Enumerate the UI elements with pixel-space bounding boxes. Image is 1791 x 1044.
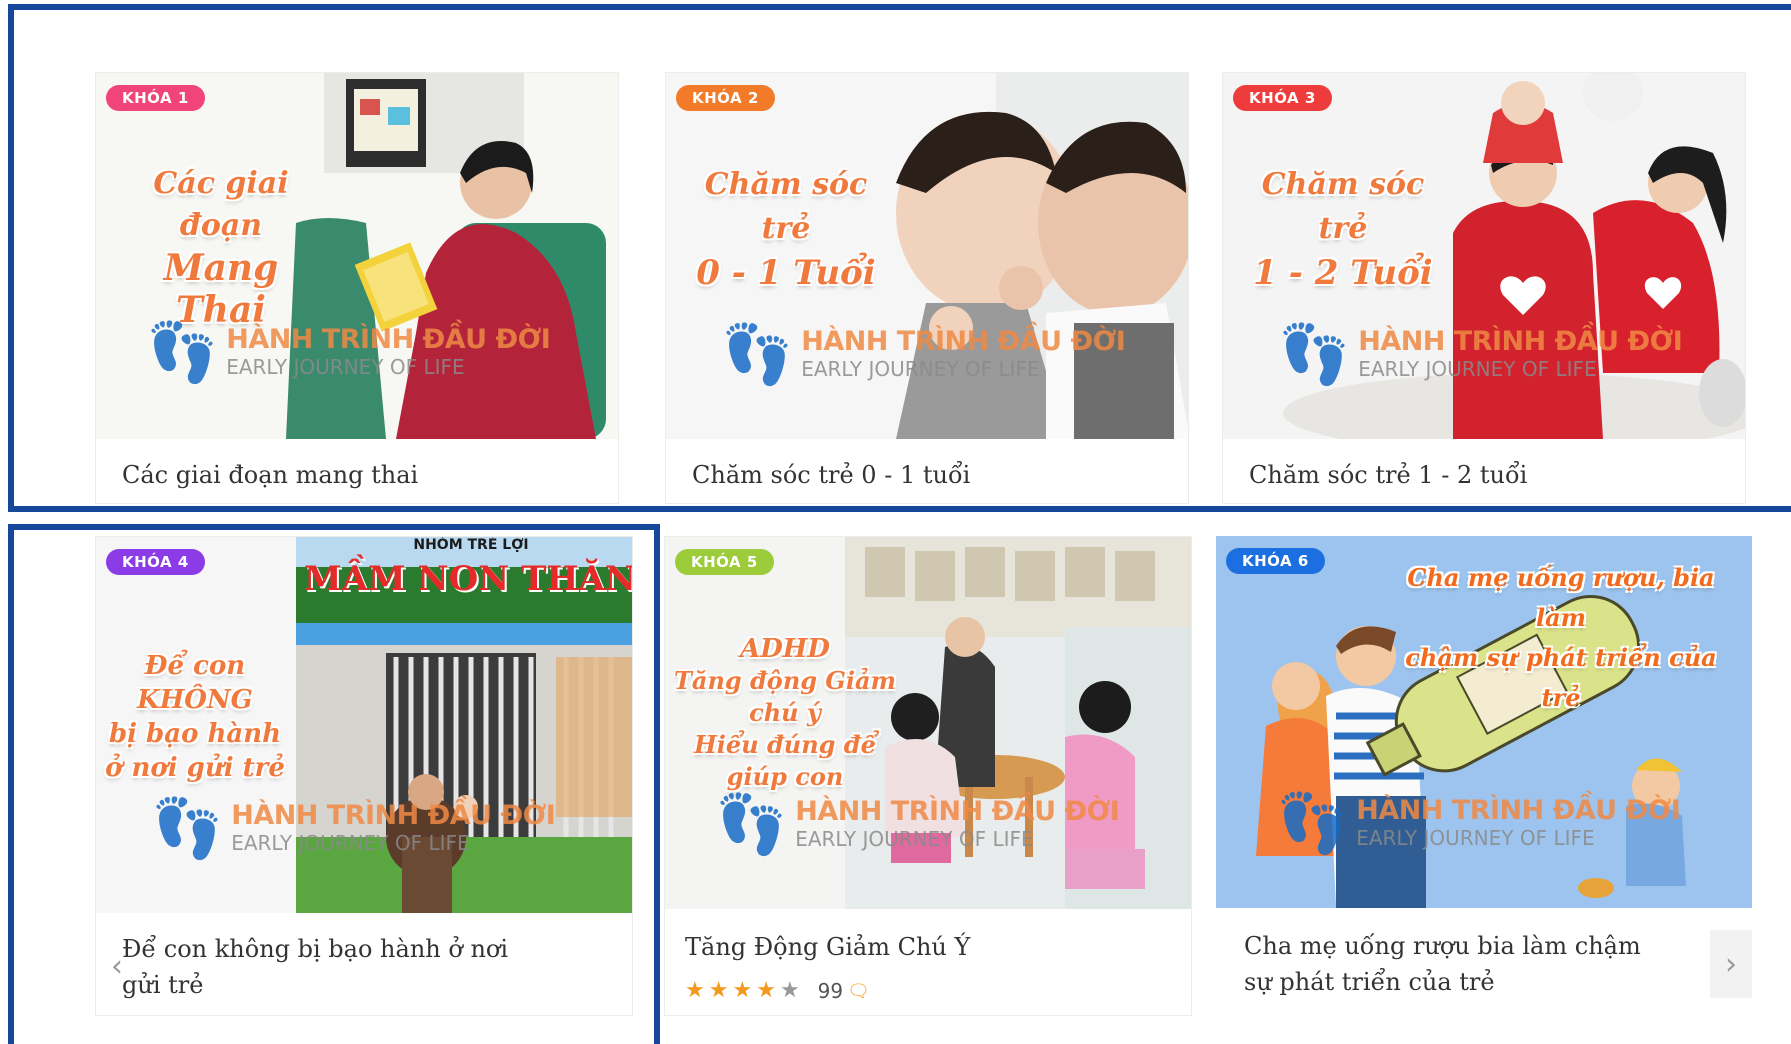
course-card-5[interactable]: KHÓA 5 ADHD Tăng động Giảm chú ý Hiểu đú… <box>664 536 1192 1016</box>
course-badge: KHÓA 1 <box>106 85 205 111</box>
brand-sub: EARLY JOURNEY OF LIFE <box>801 357 1040 381</box>
brand-sub: EARLY JOURNEY OF LIFE <box>226 355 465 379</box>
brand-sub: EARLY JOURNEY OF LIFE <box>1356 826 1595 850</box>
course-headline: Cha mẹ uống rượu, bia làm chậm sự phát t… <box>1396 558 1726 718</box>
course-badge: KHÓA 4 <box>106 549 205 575</box>
brand-name: HÀNH TRÌNH ĐẦU ĐỜI <box>1356 795 1681 826</box>
brand-watermark: 👣 HÀNH TRÌNH ĐẦU ĐỜI EARLY JOURNEY OF LI… <box>721 320 1126 388</box>
course-thumbnail[interactable]: KHÓA 3 Chăm sóc trẻ 1 - 2 Tuổi 👣 HÀNH TR… <box>1223 73 1745 439</box>
brand-name: HÀNH TRÌNH ĐẦU ĐỜI <box>231 800 556 831</box>
brand-watermark: 👣 HÀNH TRÌNH ĐẦU ĐỜI EARLY JOURNEY OF LI… <box>1276 789 1681 857</box>
chevron-left-icon: ‹ <box>111 948 123 984</box>
course-card-4[interactable]: NHÓM TRẺ LỢI MẦM NON THĂNG LO KHÓA 4 Để … <box>95 536 633 1016</box>
course-badge: KHÓA 6 <box>1226 548 1325 574</box>
headline-line-1: ADHD <box>740 634 830 664</box>
signboard-top: NHÓM TRẺ LỢI <box>413 537 529 553</box>
course-title[interactable]: Để con không bị bạo hành ở nơi gửi trẻ <box>122 931 542 1003</box>
headline-line-2: Tăng động Giảm chú ý <box>674 666 896 727</box>
course-card-3[interactable]: KHÓA 3 Chăm sóc trẻ 1 - 2 Tuổi 👣 HÀNH TR… <box>1222 72 1746 504</box>
comment-icon: 🗨 <box>847 980 870 1002</box>
carousel-prev-button[interactable]: ‹ <box>96 932 138 1000</box>
headline-line-2: bị bạo hành <box>108 719 282 749</box>
star-half-icon: ★ <box>779 978 800 1003</box>
course-thumbnail[interactable]: KHÓA 6 Cha mẹ uống rượu, bia làm chậm sự… <box>1216 536 1752 908</box>
course-card-6[interactable]: KHÓA 6 Cha mẹ uống rượu, bia làm chậm sự… <box>1216 536 1752 1016</box>
headline-line-1: Chăm sóc trẻ <box>1261 167 1425 246</box>
headline-line-2: 1 - 2 Tuổi <box>1253 253 1433 293</box>
headline-line-1: Các giai đoạn <box>153 166 289 243</box>
chevron-right-icon: › <box>1725 946 1737 982</box>
footprints-icon: 👣 <box>715 790 788 858</box>
course-title[interactable]: Chăm sóc trẻ 0 - 1 tuổi <box>692 457 970 493</box>
course-title[interactable]: Chăm sóc trẻ 1 - 2 tuổi <box>1249 457 1527 493</box>
course-thumbnail[interactable]: KHÓA 1 Các giai đoạn Mang Thai 👣 HÀNH TR… <box>96 73 618 439</box>
course-headline: Để con KHÔNG bị bạo hành ở nơi gửi trẻ <box>100 649 290 785</box>
brand-watermark: 👣 HÀNH TRÌNH ĐẦU ĐỜI EARLY JOURNEY OF LI… <box>151 794 556 862</box>
brand-name: HÀNH TRÌNH ĐẦU ĐỜI <box>801 326 1126 357</box>
brand-watermark: 👣 HÀNH TRÌNH ĐẦU ĐỜI EARLY JOURNEY OF LI… <box>1278 320 1683 388</box>
footprints-icon: 👣 <box>721 320 794 388</box>
star-icon: ★ <box>708 978 729 1003</box>
headline-line-2: chậm sự phát triển của trẻ <box>1405 643 1717 712</box>
headline-line-3: ở nơi gửi trẻ <box>105 753 285 783</box>
brand-name: HÀNH TRÌNH ĐẦU ĐỜI <box>795 796 1120 827</box>
headline-line-2: 0 - 1 Tuổi <box>696 253 876 293</box>
star-icon: ★ <box>756 978 776 1003</box>
signboard-text: MẦM NON THĂNG LO <box>304 559 632 599</box>
course-thumbnail[interactable]: NHÓM TRẺ LỢI MẦM NON THĂNG LO KHÓA 4 Để … <box>96 537 632 913</box>
headline-line-1: Chăm sóc trẻ <box>704 167 868 246</box>
headline-line-1: Cha mẹ uống rượu, bia làm <box>1407 563 1715 632</box>
course-card-2[interactable]: KHÓA 2 Chăm sóc trẻ 0 - 1 Tuổi 👣 HÀNH TR… <box>665 72 1189 504</box>
course-rating: ★ ★ ★ ★ ★ 99 🗨 <box>685 979 870 1003</box>
headline-line-3: Hiểu đúng để giúp con <box>694 730 876 791</box>
course-headline: Chăm sóc trẻ 0 - 1 Tuổi <box>686 163 886 295</box>
footprints-icon: 👣 <box>1276 789 1349 857</box>
star-icon: ★ <box>685 978 705 1003</box>
brand-watermark: 👣 HÀNH TRÌNH ĐẦU ĐỜI EARLY JOURNEY OF LI… <box>146 318 551 386</box>
course-headline: ADHD Tăng động Giảm chú ý Hiểu đúng để g… <box>665 633 905 793</box>
course-title[interactable]: Tăng Động Giảm Chú Ý <box>685 929 970 965</box>
course-thumbnail[interactable]: KHÓA 2 Chăm sóc trẻ 0 - 1 Tuổi 👣 HÀNH TR… <box>666 73 1188 439</box>
footprints-icon: 👣 <box>146 318 219 386</box>
course-badge: KHÓA 2 <box>676 85 775 111</box>
course-thumbnail[interactable]: KHÓA 5 ADHD Tăng động Giảm chú ý Hiểu đú… <box>665 537 1191 909</box>
carousel-next-button[interactable]: › <box>1710 930 1752 998</box>
course-card-1[interactable]: KHÓA 1 Các giai đoạn Mang Thai 👣 HÀNH TR… <box>95 72 619 504</box>
star-icon: ★ <box>732 978 753 1003</box>
course-headline: Chăm sóc trẻ 1 - 2 Tuổi <box>1243 163 1443 295</box>
course-title[interactable]: Các giai đoạn mang thai <box>122 457 418 493</box>
course-title[interactable]: Cha mẹ uống rượu bia làm chậm sự phát tr… <box>1244 928 1664 1000</box>
footprints-icon: 👣 <box>151 794 224 862</box>
brand-name: HÀNH TRÌNH ĐẦU ĐỜI <box>1358 326 1683 357</box>
brand-sub: EARLY JOURNEY OF LIFE <box>1358 357 1597 381</box>
brand-watermark: 👣 HÀNH TRÌNH ĐẦU ĐỜI EARLY JOURNEY OF LI… <box>715 790 1120 858</box>
course-headline: Các giai đoạn Mang Thai <box>116 163 326 331</box>
comment-count: 99 <box>817 979 844 1003</box>
course-badge: KHÓA 5 <box>675 549 774 575</box>
brand-sub: EARLY JOURNEY OF LIFE <box>795 827 1034 851</box>
course-badge: KHÓA 3 <box>1233 85 1332 111</box>
brand-sub: EARLY JOURNEY OF LIFE <box>231 831 470 855</box>
footprints-icon: 👣 <box>1278 320 1351 388</box>
headline-line-1: Để con KHÔNG <box>137 651 253 715</box>
brand-name: HÀNH TRÌNH ĐẦU ĐỜI <box>226 324 551 355</box>
